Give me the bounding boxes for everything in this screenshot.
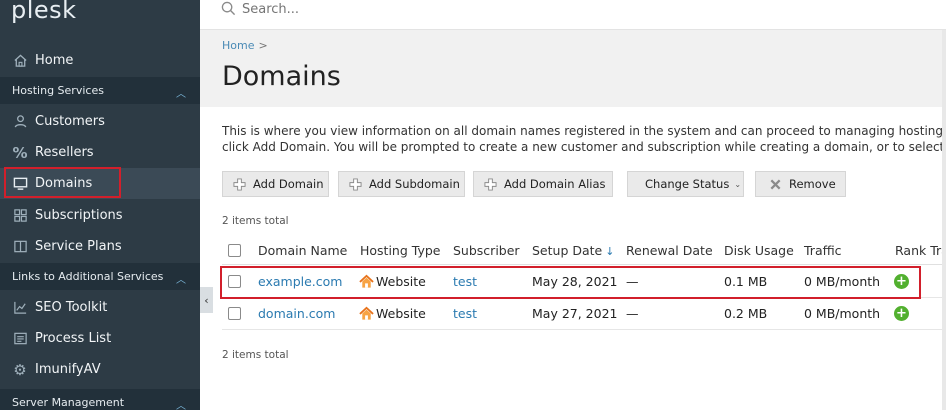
sidebar-item-subscriptions[interactable]: Subscriptions: [0, 200, 200, 231]
column-label: Setup Date: [532, 243, 603, 258]
table-row: domain.com Website test May 27, 2021 — 0…: [222, 298, 946, 330]
select-all-checkbox[interactable]: [228, 244, 241, 257]
remove-icon: [768, 177, 782, 191]
sidebar-item-label: ImunifyAV: [35, 362, 101, 377]
sidebar-item-label: Subscriptions: [35, 208, 123, 223]
highlight-box-domains: [4, 167, 121, 198]
domain-link[interactable]: domain.com: [258, 306, 335, 321]
book-icon: [12, 239, 28, 255]
button-label: Change Status: [645, 177, 730, 191]
sidebar-item-resellers[interactable]: % Resellers: [0, 137, 200, 168]
group-label: Server Management: [12, 396, 125, 409]
group-server-management[interactable]: Server Management ︿: [0, 389, 200, 410]
add-domain-button[interactable]: Add Domain: [222, 171, 329, 197]
page-description: This is where you view information on al…: [222, 123, 946, 155]
hosting-type-cell: Website: [359, 306, 426, 324]
column-header-subscriber[interactable]: Subscriber: [453, 243, 520, 258]
home-icon: [12, 53, 28, 69]
row-checkbox[interactable]: [228, 307, 241, 320]
hosting-type-label: Website: [376, 306, 426, 321]
group-hosting-services[interactable]: Hosting Services ︿: [0, 77, 200, 104]
gear-icon: ⚙: [13, 360, 27, 379]
sidebar-collapse-button[interactable]: ‹: [200, 287, 213, 313]
table-header: Domain Name Hosting Type Subscriber Setu…: [222, 237, 946, 265]
page-scrollbar[interactable]: [942, 30, 946, 410]
breadcrumb-separator: >: [258, 39, 268, 52]
sidebar-item-home[interactable]: Home: [0, 45, 200, 76]
sidebar-item-label: Resellers: [35, 145, 94, 160]
breadcrumb: Home >: [222, 39, 268, 52]
percent-icon: %: [12, 143, 28, 162]
page-title: Domains: [222, 61, 341, 92]
description-line: This is where you view information on al…: [222, 124, 946, 138]
plus-icon: [483, 177, 497, 191]
items-total-top: 2 items total: [222, 215, 289, 227]
search-icon: [221, 1, 236, 16]
column-header-traffic[interactable]: Traffic: [804, 243, 842, 258]
list-icon: [12, 331, 28, 347]
column-header-domain-name[interactable]: Domain Name: [258, 243, 347, 258]
top-search-bar: [200, 0, 946, 30]
sidebar-item-label: Service Plans: [35, 239, 122, 254]
search-input[interactable]: [242, 0, 542, 18]
sidebar-item-seo-toolkit[interactable]: SEO Toolkit: [0, 292, 200, 323]
group-label: Hosting Services: [12, 84, 104, 97]
add-domain-alias-button[interactable]: Add Domain Alias: [473, 171, 613, 197]
remove-button[interactable]: Remove: [755, 171, 846, 197]
renewal-date-cell: —: [626, 306, 639, 321]
chevron-up-icon: ︿: [176, 275, 186, 286]
change-status-dropdown[interactable]: Change Status ⌄: [627, 171, 744, 197]
plus-icon: [348, 177, 362, 191]
website-home-icon: [359, 306, 374, 324]
description-line: click Add Domain. You will be prompted t…: [222, 140, 946, 154]
group-links-additional-services[interactable]: Links to Additional Services ︿: [0, 263, 200, 290]
button-label: Add Domain: [253, 177, 324, 191]
setup-date-cell: May 27, 2021: [532, 306, 618, 321]
disk-usage-cell: 0.2 MB: [724, 306, 768, 321]
subscriber-link[interactable]: test: [453, 306, 477, 321]
chevron-up-icon: ︿: [176, 401, 186, 410]
sidebar-item-service-plans[interactable]: Service Plans: [0, 231, 200, 262]
button-label: Remove: [789, 177, 836, 191]
chevron-down-icon: ⌄: [734, 179, 742, 189]
plus-icon: [232, 177, 246, 191]
grid-icon: [12, 208, 28, 224]
group-label: Links to Additional Services: [12, 270, 164, 283]
column-header-disk-usage[interactable]: Disk Usage: [724, 243, 794, 258]
add-subdomain-button[interactable]: Add Subdomain: [338, 171, 465, 197]
sidebar-item-label: Home: [35, 53, 74, 68]
column-header-setup-date[interactable]: Setup Date ↓: [532, 243, 614, 258]
sidebar-item-label: Customers: [35, 114, 105, 129]
chart-icon: [12, 300, 28, 316]
breadcrumb-home-link[interactable]: Home: [222, 39, 254, 52]
plesk-logo[interactable]: plesk: [11, 0, 77, 24]
column-header-renewal-date[interactable]: Renewal Date: [626, 243, 713, 258]
sidebar-item-label: SEO Toolkit: [35, 300, 108, 315]
button-label: Add Domain Alias: [504, 177, 606, 191]
page-header: Home > Domains: [200, 30, 946, 107]
user-icon: [12, 114, 28, 130]
column-header-hosting-type[interactable]: Hosting Type: [360, 243, 440, 258]
items-total-bottom: 2 items total: [222, 349, 289, 361]
sidebar-item-label: Process List: [35, 331, 112, 346]
highlight-box-row: [220, 266, 921, 299]
column-header-rank-tracker[interactable]: Rank Tra: [895, 243, 946, 258]
traffic-cell: 0 MB/month: [804, 306, 881, 321]
add-rank-tracker-icon[interactable]: +: [894, 306, 909, 321]
sidebar-item-imunifyav[interactable]: ⚙ ImunifyAV: [0, 354, 200, 385]
sidebar-item-customers[interactable]: Customers: [0, 106, 200, 137]
sort-desc-icon: ↓: [605, 245, 615, 258]
sidebar-item-process-list[interactable]: Process List: [0, 323, 200, 354]
sidebar: plesk Home Hosting Services ︿ Customers …: [0, 0, 200, 410]
button-label: Add Subdomain: [369, 177, 460, 191]
chevron-up-icon: ︿: [176, 89, 186, 100]
